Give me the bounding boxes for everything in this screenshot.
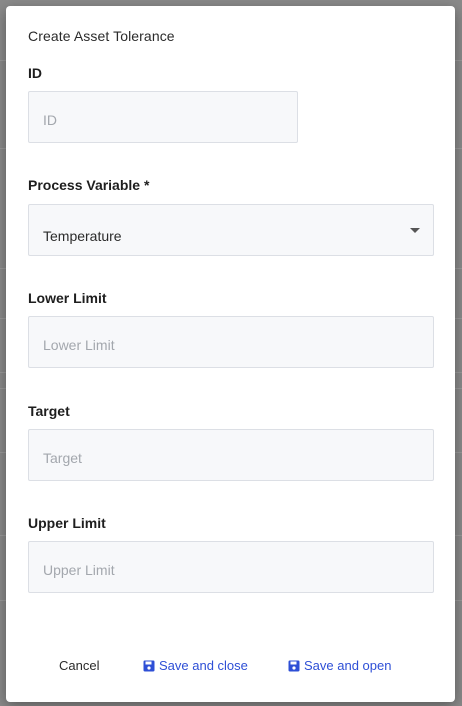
process-variable-value: Temperature [43,228,122,244]
save-and-open-label: Save and open [304,658,392,673]
process-variable-label: Process Variable * [28,177,150,193]
save-and-close-button[interactable]: Save and close [143,658,248,673]
id-input[interactable] [29,92,297,142]
target-field-container [28,429,434,481]
floppy-disk-icon [143,660,155,671]
caret-down-icon [410,228,420,233]
dialog-title: Create Asset Tolerance [28,28,175,44]
lower-limit-input[interactable] [29,317,433,367]
create-asset-tolerance-dialog: Create Asset Tolerance ID Process Variab… [6,6,455,702]
target-label: Target [28,403,70,419]
lower-limit-field-container [28,316,434,368]
cancel-button[interactable]: Cancel [59,658,99,673]
process-variable-select[interactable]: Temperature [28,204,434,256]
upper-limit-input[interactable] [29,542,433,592]
save-and-open-button[interactable]: Save and open [288,658,391,673]
cancel-button-label: Cancel [59,658,100,673]
id-field-container [28,91,298,143]
floppy-disk-icon [288,660,300,671]
target-input[interactable] [29,430,433,480]
save-and-close-label: Save and close [159,658,248,673]
upper-limit-label: Upper Limit [28,515,106,531]
lower-limit-label: Lower Limit [28,290,107,306]
id-label: ID [28,65,42,81]
upper-limit-field-container [28,541,434,593]
